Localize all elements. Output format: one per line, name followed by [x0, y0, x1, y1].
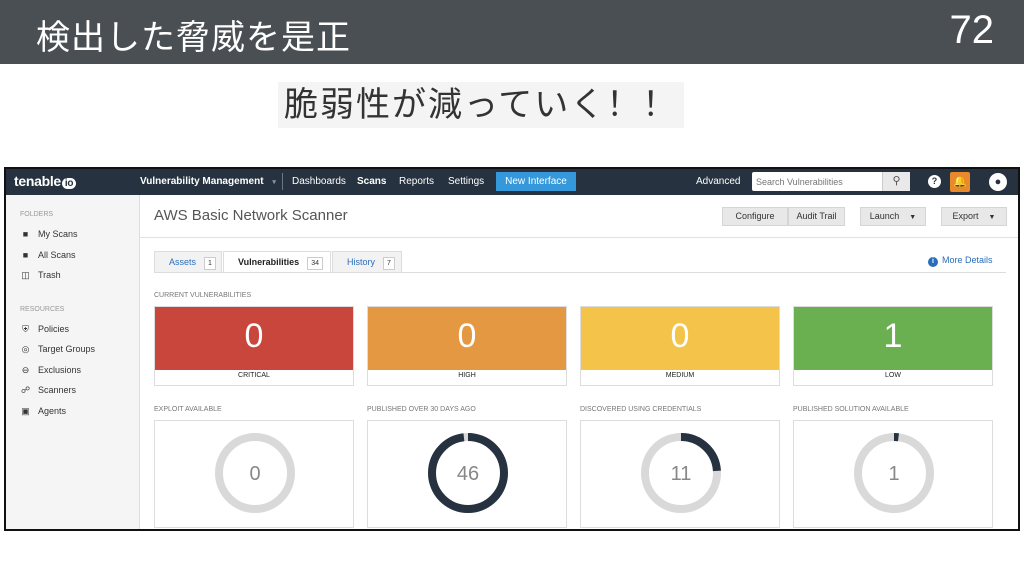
donut-value: 1 — [888, 463, 899, 485]
donut-chart: 0 — [215, 433, 295, 513]
audit-trail-button[interactable]: Audit Trail — [788, 207, 845, 226]
severity-label: CRITICAL — [238, 372, 270, 379]
advanced-search-link[interactable]: Advanced — [696, 176, 740, 187]
configure-button[interactable]: Configure — [722, 207, 788, 226]
slide-subtitle: 脆弱性が減っていく！！ — [278, 82, 685, 128]
help-icon[interactable]: ? — [928, 175, 941, 188]
main-content: AWS Basic Network Scanner Configure Audi… — [140, 195, 1018, 529]
metric-card-credentials[interactable]: 11 — [580, 420, 780, 528]
metric-card-exploit[interactable]: 0 — [154, 420, 354, 528]
sidebar-item-trash[interactable]: ◫ Trash — [20, 270, 60, 281]
severity-label: LOW — [885, 372, 901, 379]
chevron-down-icon: ▾ — [272, 179, 276, 186]
tab-divider — [154, 272, 1006, 273]
sidebar-item-my-scans[interactable]: ■ My Scans — [20, 229, 78, 239]
severity-label: MEDIUM — [665, 372, 695, 379]
metric-label-exploit: EXPLOIT AVAILABLE — [154, 406, 222, 413]
search-icon[interactable]: ⚲ — [882, 172, 910, 191]
export-button[interactable]: Export ▼ — [941, 207, 1007, 226]
donut-value: 11 — [671, 463, 692, 485]
slide-number: 72 — [949, 8, 995, 52]
donut-chart: 46 — [428, 433, 508, 513]
sidebar-item-agents[interactable]: ▣ Agents — [20, 406, 66, 417]
severity-card-medium[interactable]: 0 MEDIUM — [580, 306, 780, 386]
folders-heading: FOLDERS — [20, 211, 54, 218]
donut-chart: 11 — [641, 433, 721, 513]
info-icon: i — [928, 257, 938, 267]
nav-dashboards[interactable]: Dashboards — [292, 176, 346, 187]
current-vulnerabilities-heading: CURRENT VULNERABILITIES — [154, 292, 252, 299]
metric-label-solution: PUBLISHED SOLUTION AVAILABLE — [793, 406, 909, 413]
page-title: AWS Basic Network Scanner — [154, 207, 348, 224]
tenable-logo[interactable]: tenable io — [14, 173, 77, 189]
sidebar-item-policies[interactable]: ⛨ Policies — [20, 324, 69, 335]
nav-scans[interactable]: Scans — [357, 176, 386, 187]
app-window: tenable io Vulnerability Management ▾ Das… — [4, 167, 1020, 531]
header-divider — [140, 237, 1018, 238]
tab-history[interactable]: History 7 — [332, 251, 402, 273]
nav-settings[interactable]: Settings — [448, 176, 484, 187]
metric-card-solution[interactable]: 1 — [793, 420, 993, 528]
folder-icon: ■ — [22, 250, 29, 260]
slide-title: 検出した脅威を是正 — [36, 18, 351, 58]
severity-label: HIGH — [458, 372, 476, 379]
minus-circle-icon: ⊖ — [21, 365, 30, 375]
globe-icon: ☍ — [20, 385, 31, 395]
nav-reports[interactable]: Reports — [399, 176, 434, 187]
metric-label-credentials: DISCOVERED USING CREDENTIALS — [580, 406, 702, 413]
donut-value: 0 — [249, 463, 260, 485]
search-input[interactable] — [756, 174, 880, 189]
sidebar-item-exclusions[interactable]: ⊖ Exclusions — [20, 365, 81, 376]
target-icon: ◎ — [21, 344, 30, 354]
sidebar-item-target-groups[interactable]: ◎ Target Groups — [20, 344, 95, 355]
metric-label-published-30: PUBLISHED OVER 30 DAYS AGO — [367, 406, 476, 413]
launch-button[interactable]: Launch ▼ — [860, 207, 926, 226]
shield-icon: ⛨ — [22, 324, 29, 334]
bell-icon[interactable]: 🔔 — [950, 172, 970, 192]
severity-count: 0 — [244, 317, 264, 355]
sidebar: FOLDERS ■ My Scans ■ All Scans ◫ Trash RESO… — [6, 195, 140, 529]
product-switcher[interactable]: Vulnerability Management ▾ — [140, 176, 276, 187]
more-details-link[interactable]: i More Details — [928, 255, 993, 267]
slide-header: 検出した脅威を是正 72 — [0, 0, 1024, 64]
metric-card-published-30[interactable]: 46 — [367, 420, 567, 528]
user-icon[interactable]: ● — [989, 173, 1007, 191]
chevron-down-icon: ▼ — [909, 214, 917, 221]
donut-chart: 1 — [854, 433, 934, 513]
new-interface-button[interactable]: New Interface — [496, 172, 576, 191]
severity-count: 0 — [457, 317, 477, 355]
severity-card-low[interactable]: 1 LOW — [793, 306, 993, 386]
severity-count: 0 — [670, 317, 690, 355]
sidebar-item-scanners[interactable]: ☍ Scanners — [20, 385, 76, 396]
monitor-icon: ▣ — [21, 406, 30, 416]
search-box: ⚲ — [752, 172, 910, 191]
donut-value: 46 — [457, 463, 479, 485]
tab-vulnerabilities[interactable]: Vulnerabilities 34 — [223, 251, 331, 273]
severity-count: 1 — [883, 317, 903, 355]
folder-icon: ■ — [22, 229, 29, 239]
trash-icon: ◫ — [21, 270, 30, 280]
nav-divider — [282, 173, 283, 190]
severity-card-critical[interactable]: 0 CRITICAL — [154, 306, 354, 386]
severity-card-high[interactable]: 0 HIGH — [367, 306, 567, 386]
tab-assets[interactable]: Assets 1 — [154, 251, 222, 273]
chevron-down-icon: ▼ — [988, 214, 996, 221]
top-navbar: tenable io Vulnerability Management ▾ Das… — [6, 169, 1018, 195]
sidebar-item-all-scans[interactable]: ■ All Scans — [20, 250, 76, 260]
resources-heading: RESOURCES — [20, 306, 65, 313]
